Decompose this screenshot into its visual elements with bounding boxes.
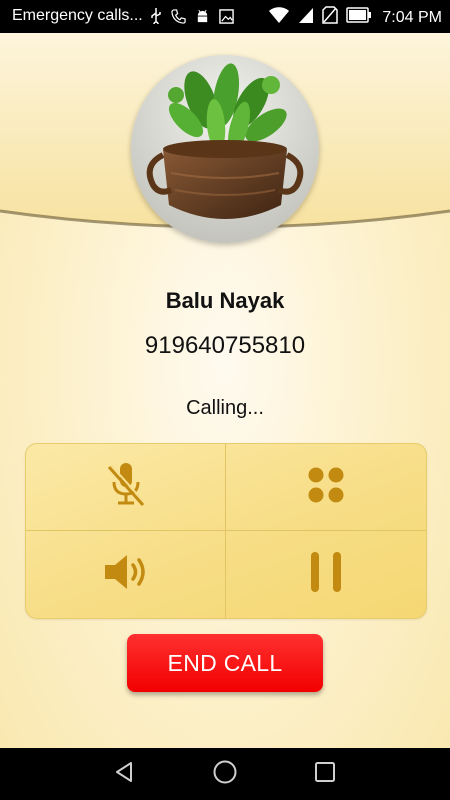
pause-icon: [306, 550, 346, 599]
home-button[interactable]: [211, 760, 239, 788]
image-icon: [219, 8, 234, 29]
call-status: Calling...: [186, 397, 264, 419]
phone-icon: [171, 8, 186, 29]
home-icon: [212, 759, 238, 790]
end-call-button[interactable]: END CALL: [127, 634, 323, 692]
recents-button[interactable]: [311, 760, 339, 788]
grid-divider-horizontal: [26, 530, 426, 531]
end-call-label: END CALL: [167, 649, 283, 676]
usb-icon: [150, 8, 162, 29]
contact-avatar: [131, 55, 319, 243]
grid-divider-vertical: [225, 444, 226, 618]
mic-off-icon: [105, 460, 147, 515]
call-controls: [25, 443, 427, 619]
speaker-icon: [103, 552, 149, 597]
in-call-screen: Emergency calls... 7:04 PM Balu Nayak 91…: [0, 0, 450, 800]
status-time: 7:04 PM: [382, 8, 442, 26]
back-button[interactable]: [110, 760, 138, 788]
no-sim-icon: [322, 6, 339, 29]
recents-icon: [314, 761, 336, 788]
android-icon: [195, 9, 210, 29]
dialpad-icon: [306, 465, 346, 510]
dialpad-button[interactable]: [226, 444, 425, 530]
battery-icon: [346, 7, 372, 28]
back-icon: [113, 761, 135, 788]
navigation-bar: [0, 748, 450, 800]
hold-button[interactable]: [226, 531, 425, 617]
sim-signal-icon: [298, 6, 314, 29]
contact-name: Balu Nayak: [165, 288, 285, 313]
status-bar: Emergency calls... 7:04 PM: [0, 0, 450, 33]
contact-number: 919640755810: [144, 332, 306, 359]
speaker-button[interactable]: [26, 531, 225, 617]
mute-button[interactable]: [26, 444, 225, 530]
status-title: Emergency calls...: [12, 7, 143, 24]
wifi-icon: [268, 6, 290, 29]
